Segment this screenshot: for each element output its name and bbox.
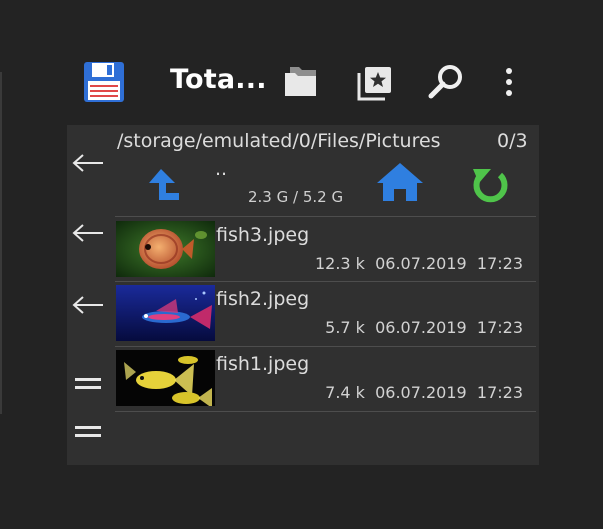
up-folder-icon[interactable] (146, 166, 182, 202)
file-time: 17:23 (476, 383, 523, 402)
file-meta: 12.3 k 06.07.2019 17:23 (315, 254, 523, 273)
file-name[interactable]: fish1.jpeg (216, 353, 309, 375)
refresh-icon[interactable] (468, 162, 514, 206)
folders-icon[interactable] (280, 64, 324, 100)
file-meta: 7.4 k 06.07.2019 17:23 (325, 383, 523, 402)
file-date: 06.07.2019 (375, 318, 467, 337)
file-size: 12.3 k (314, 254, 365, 273)
file-time: 17:23 (476, 318, 523, 337)
back-arrow-icon[interactable] (70, 150, 106, 176)
file-size: 7.4 k (325, 383, 365, 402)
back-arrow-icon[interactable] (70, 292, 106, 318)
file-name[interactable]: fish2.jpeg (216, 288, 309, 310)
more-vert-icon[interactable] (496, 66, 522, 98)
file-date: 06.07.2019 (375, 383, 467, 402)
menu-lines-icon[interactable] (70, 371, 106, 397)
row-separator (115, 281, 536, 282)
current-path: /storage/emulated/0/Files/Pictures (117, 130, 441, 152)
row-separator (115, 216, 536, 217)
selection-count: 0/3 (497, 130, 528, 152)
file-meta: 5.7 k 06.07.2019 17:23 (325, 318, 523, 337)
file-thumbnail[interactable] (116, 285, 215, 341)
parent-dir-label[interactable]: .. (215, 158, 227, 180)
left-divider (0, 72, 2, 414)
file-date: 06.07.2019 (375, 254, 467, 273)
row-separator (115, 346, 536, 347)
app-title: Tota... (170, 64, 267, 95)
row-separator (115, 411, 536, 412)
file-name[interactable]: fish3.jpeg (216, 224, 309, 246)
file-thumbnail[interactable] (116, 350, 215, 406)
file-size: 5.7 k (325, 318, 365, 337)
file-time: 17:23 (476, 254, 523, 273)
file-thumbnail[interactable] (116, 221, 215, 277)
home-icon[interactable] (374, 160, 426, 204)
back-arrow-icon[interactable] (70, 220, 106, 246)
menu-lines-icon[interactable] (70, 419, 106, 445)
search-icon[interactable] (425, 62, 467, 102)
bookmarks-icon[interactable] (355, 64, 395, 102)
save-icon[interactable] (82, 60, 126, 104)
storage-space: 2.3 G / 5.2 G (248, 188, 344, 206)
